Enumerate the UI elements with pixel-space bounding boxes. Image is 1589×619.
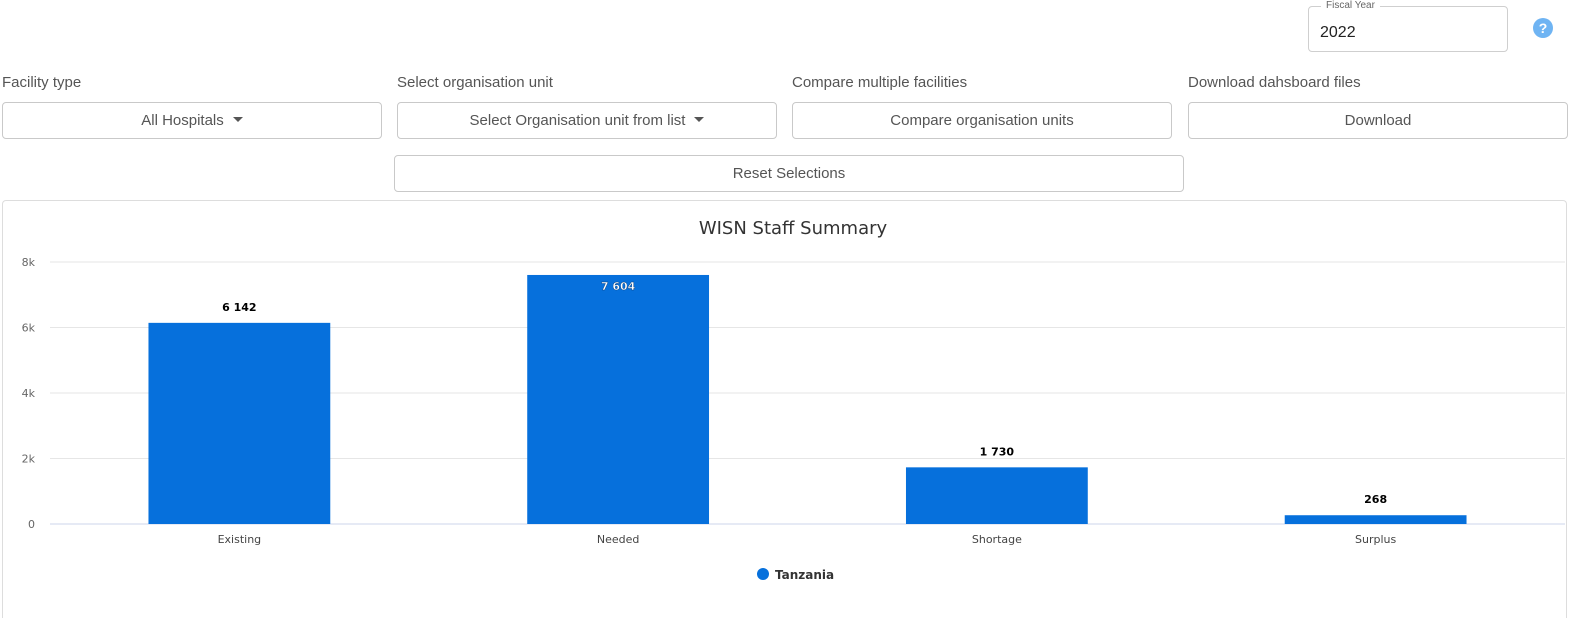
wisn-staff-summary-chart: WISN Staff Summary 0 2k 4k 6k 8k 6 142 Existing… (22, 218, 1565, 582)
caret-down-icon (694, 116, 705, 122)
facility-type-label: Facility type (2, 74, 82, 91)
fiscal-year-select[interactable]: Fiscal Year 2022 (1308, 0, 1508, 52)
y-tick-label: 4k (22, 387, 36, 400)
y-tick-label: 2k (22, 453, 36, 466)
download-files-label: Download dahsboard files (1188, 74, 1361, 91)
org-unit-button-label: Select Organisation unit from list (469, 112, 686, 129)
legend-marker (757, 568, 769, 580)
facility-type-button-label: All Hospitals (141, 112, 224, 129)
bar-shortage (905, 467, 1088, 524)
download-button[interactable]: Download (1188, 102, 1568, 139)
legend-label: Tanzania (775, 568, 834, 582)
compare-button-label: Compare organisation units (890, 112, 1074, 129)
data-label: 268 (1364, 493, 1387, 506)
bar-existing (148, 322, 331, 524)
bar-surplus (1284, 515, 1467, 524)
data-label: 6 142 (222, 301, 256, 314)
compare-facilities-label: Compare multiple facilities (792, 74, 968, 91)
bar-needed (527, 274, 710, 524)
question-circle-icon[interactable]: ? (1533, 18, 1553, 38)
org-unit-label: Select organisation unit (397, 74, 553, 91)
chart-card: WISN Staff Summary 0 2k 4k 6k 8k 6 142 Existing… (2, 200, 1567, 618)
compare-org-units-button[interactable]: Compare organisation units (792, 102, 1172, 139)
y-tick-label: 8k (22, 256, 36, 269)
reset-button-label: Reset Selections (732, 165, 846, 182)
x-tick-label: Existing (218, 533, 262, 546)
data-label: 7 604 (601, 280, 636, 293)
data-label: 1 730 (980, 445, 1015, 458)
org-unit-dropdown[interactable]: Select Organisation unit from list (397, 102, 777, 139)
y-tick-label: 6k (22, 322, 36, 335)
fiscal-year-value: 2022 (1320, 24, 1356, 41)
reset-selections-button[interactable]: Reset Selections (394, 155, 1184, 192)
chart-title: WISN Staff Summary (699, 218, 888, 239)
x-tick-label: Needed (597, 533, 640, 546)
download-button-label: Download (1344, 112, 1412, 129)
x-tick-label: Surplus (1355, 533, 1396, 546)
fiscal-year-label: Fiscal Year (1321, 0, 1380, 13)
caret-down-icon (232, 116, 243, 122)
facility-type-dropdown[interactable]: All Hospitals (2, 102, 382, 139)
y-tick-label: 0 (28, 518, 35, 531)
x-tick-label: Shortage (972, 533, 1022, 546)
